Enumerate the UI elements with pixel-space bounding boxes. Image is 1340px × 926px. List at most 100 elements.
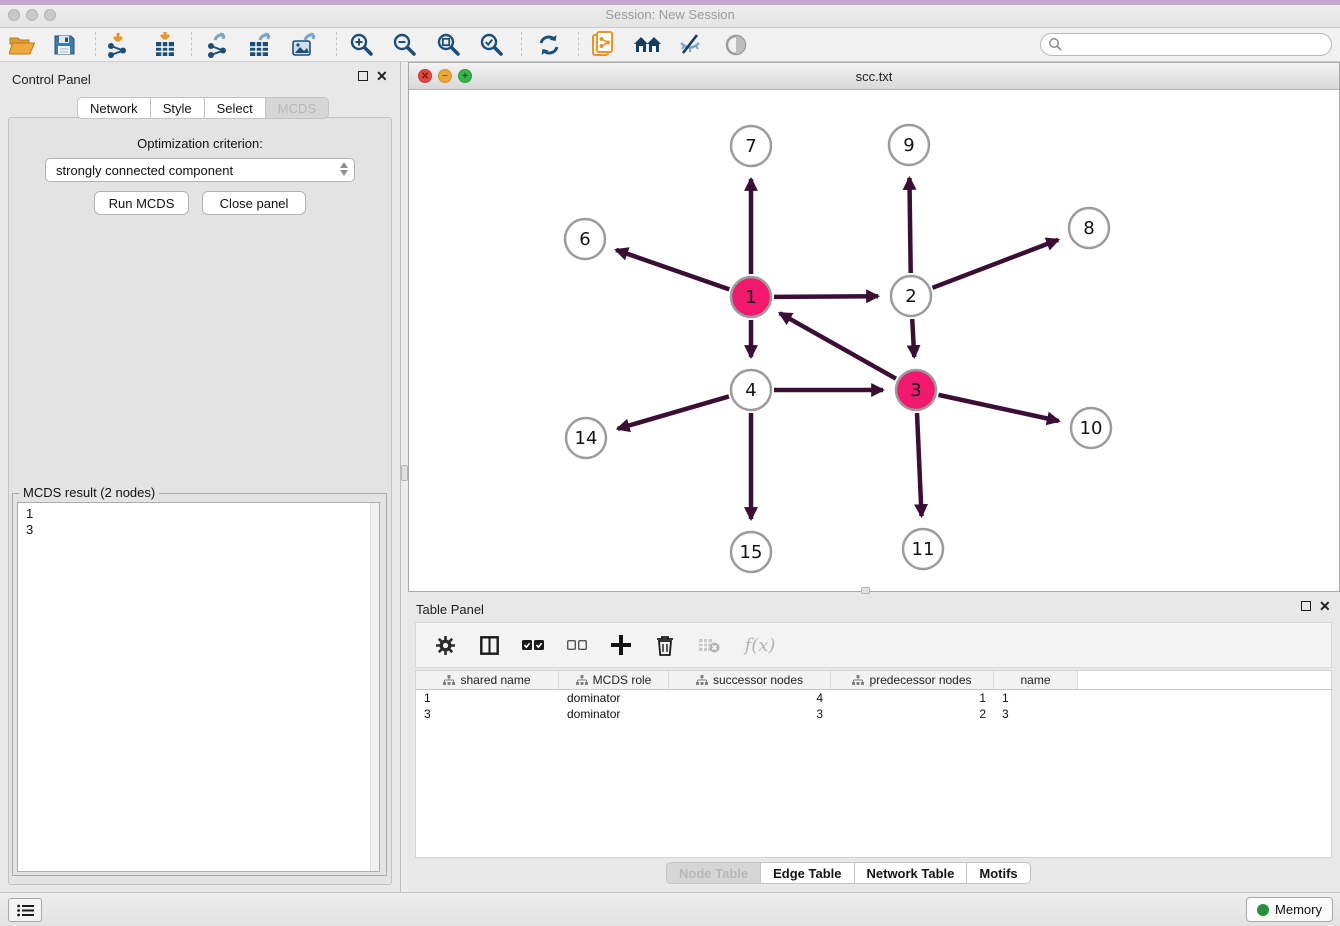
node-label-4: 4 bbox=[745, 380, 756, 401]
network-canvas[interactable]: 7968124314101511 bbox=[409, 90, 1339, 591]
cell-successor-nodes: 4 bbox=[669, 690, 831, 706]
memory-button[interactable]: Memory bbox=[1246, 897, 1333, 922]
column-header-mcds-role[interactable]: MCDS role bbox=[559, 671, 669, 689]
tab-network[interactable]: Network bbox=[77, 97, 151, 119]
window-titlebar: Session: New Session bbox=[0, 0, 1340, 28]
select-stepper-icon bbox=[340, 162, 348, 176]
export-table-icon[interactable] bbox=[243, 30, 279, 60]
tab-network-table[interactable]: Network Table bbox=[855, 862, 968, 884]
result-scrollbar[interactable] bbox=[370, 503, 379, 871]
table-close-icon[interactable]: ✕ bbox=[1319, 601, 1331, 611]
table-row[interactable]: 1dominator411 bbox=[416, 690, 1331, 706]
titlebar-accent bbox=[0, 0, 1340, 5]
column-browser-icon[interactable] bbox=[474, 629, 504, 661]
delete-table-icon[interactable] bbox=[694, 629, 724, 661]
mcds-result-text[interactable]: 13 bbox=[17, 502, 380, 872]
result-line: 1 bbox=[26, 506, 379, 522]
tab-edge-table[interactable]: Edge Table bbox=[761, 862, 854, 884]
export-network-icon[interactable] bbox=[200, 30, 236, 60]
cell-mcds-role: dominator bbox=[559, 690, 669, 706]
main-toolbar bbox=[0, 28, 1340, 62]
mcds-result-group: MCDS result (2 nodes) 13 bbox=[12, 493, 387, 876]
tab-mcds[interactable]: MCDS bbox=[266, 97, 329, 119]
show-selected-icon[interactable] bbox=[718, 30, 754, 60]
node-label-3: 3 bbox=[910, 380, 921, 401]
cell-name: 3 bbox=[994, 706, 1078, 722]
edge-3-11[interactable] bbox=[917, 413, 922, 516]
edge-3-1[interactable] bbox=[780, 313, 896, 379]
cell-predecessor-nodes: 1 bbox=[831, 690, 994, 706]
delete-column-icon[interactable] bbox=[650, 629, 680, 661]
edge-2-3[interactable] bbox=[912, 319, 914, 357]
run-mcds-button[interactable]: Run MCDS bbox=[94, 191, 189, 215]
new-network-icon[interactable] bbox=[586, 30, 622, 60]
edge-1-6[interactable] bbox=[616, 250, 729, 290]
horizontal-splitter-grip[interactable] bbox=[861, 587, 870, 594]
table-row[interactable]: 3dominator323 bbox=[416, 706, 1331, 722]
refresh-layout-icon[interactable] bbox=[531, 30, 567, 60]
export-image-icon[interactable] bbox=[287, 30, 323, 60]
add-column-icon[interactable] bbox=[606, 629, 636, 661]
network-window-title: scc.txt bbox=[409, 69, 1339, 84]
node-table-header: shared nameMCDS role successor nodes prede… bbox=[416, 671, 1331, 690]
close-panel-icon[interactable]: ✕ bbox=[376, 71, 388, 81]
criterion-select[interactable]: strongly connected component bbox=[45, 158, 355, 182]
column-label: successor nodes bbox=[713, 673, 803, 687]
column-header-successor-nodes[interactable]: successor nodes bbox=[669, 671, 831, 689]
task-history-button[interactable] bbox=[8, 898, 42, 922]
node-label-7: 7 bbox=[745, 136, 756, 157]
control-panel-title: Control Panel bbox=[12, 72, 91, 87]
memory-label: Memory bbox=[1275, 902, 1322, 917]
cell-shared-name: 3 bbox=[416, 706, 559, 722]
hide-selected-icon[interactable] bbox=[673, 30, 709, 60]
import-table-icon[interactable] bbox=[147, 30, 183, 60]
control-panel-tabs: NetworkStyleSelectMCDS bbox=[77, 97, 329, 119]
unselect-all-icon[interactable] bbox=[562, 629, 592, 661]
table-toolbar: f(x) bbox=[415, 622, 1332, 668]
edge-2-8[interactable] bbox=[932, 240, 1058, 288]
node-label-1: 1 bbox=[745, 287, 756, 308]
table-float-icon[interactable] bbox=[1301, 601, 1311, 611]
edge-1-2[interactable] bbox=[774, 296, 878, 297]
edge-4-14[interactable] bbox=[618, 396, 729, 428]
edge-3-10[interactable] bbox=[938, 395, 1058, 421]
table-panel-tabs: Node TableEdge TableNetwork TableMotifs bbox=[666, 862, 1031, 884]
node-label-9: 9 bbox=[903, 135, 914, 156]
column-header-shared-name[interactable]: shared name bbox=[416, 671, 559, 689]
column-header-predecessor-nodes[interactable]: predecessor nodes bbox=[831, 671, 994, 689]
gear-icon[interactable] bbox=[430, 629, 460, 661]
tab-select[interactable]: Select bbox=[205, 97, 266, 119]
status-bar: Memory bbox=[0, 892, 1340, 926]
zoom-out-icon[interactable] bbox=[387, 30, 423, 60]
search-icon bbox=[1048, 37, 1063, 52]
float-panel-icon[interactable] bbox=[358, 71, 368, 81]
column-type-icon bbox=[576, 675, 588, 686]
vertical-splitter[interactable] bbox=[400, 62, 408, 892]
vertical-splitter-grip[interactable] bbox=[401, 465, 408, 481]
node-label-11: 11 bbox=[912, 539, 935, 560]
zoom-fit-icon[interactable] bbox=[431, 30, 467, 60]
import-network-icon[interactable] bbox=[100, 30, 136, 60]
function-builder-icon[interactable]: f(x) bbox=[738, 629, 782, 661]
node-table[interactable]: shared nameMCDS role successor nodes prede… bbox=[415, 670, 1332, 858]
select-all-icon[interactable] bbox=[518, 629, 548, 661]
tab-motifs[interactable]: Motifs bbox=[967, 862, 1030, 884]
tab-node-table[interactable]: Node Table bbox=[666, 862, 761, 884]
cell-successor-nodes: 3 bbox=[669, 706, 831, 722]
cell-shared-name: 1 bbox=[416, 690, 559, 706]
zoom-in-icon[interactable] bbox=[344, 30, 380, 60]
node-label-10: 10 bbox=[1080, 418, 1103, 439]
control-panel: Control Panel ✕ NetworkStyleSelectMCDS O… bbox=[0, 62, 400, 892]
search-input[interactable] bbox=[1040, 33, 1332, 56]
zoom-selected-icon[interactable] bbox=[474, 30, 510, 60]
node-label-15: 15 bbox=[740, 542, 763, 563]
open-file-icon[interactable] bbox=[4, 30, 40, 60]
memory-status-icon bbox=[1257, 904, 1269, 916]
save-session-icon[interactable] bbox=[46, 30, 82, 60]
tab-style[interactable]: Style bbox=[151, 97, 205, 119]
close-panel-button[interactable]: Close panel bbox=[202, 191, 306, 215]
network-window-titlebar[interactable]: ✕ − + scc.txt bbox=[409, 63, 1339, 90]
column-header-name[interactable]: name bbox=[994, 671, 1078, 689]
home-icons[interactable] bbox=[630, 30, 666, 60]
edge-2-9[interactable] bbox=[909, 178, 910, 273]
